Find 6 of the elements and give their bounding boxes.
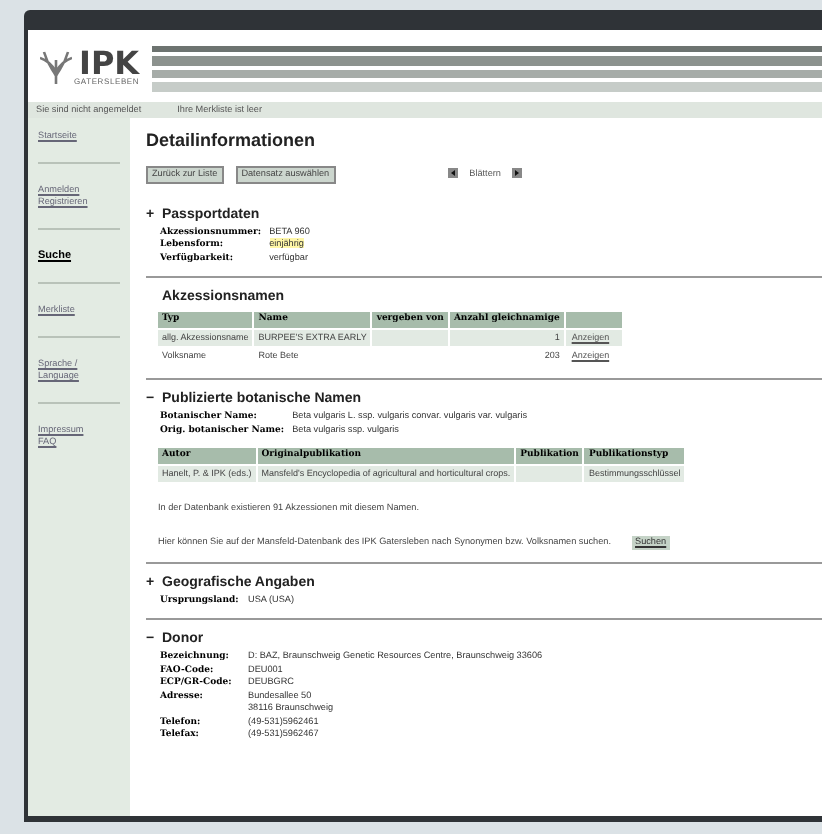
column-header xyxy=(565,312,622,328)
next-icon[interactable] xyxy=(512,168,523,179)
plant-logo-icon xyxy=(40,48,72,84)
page-title: Detailinformationen xyxy=(146,128,318,154)
logo-text: IPK xyxy=(79,47,140,77)
previous-icon[interactable] xyxy=(447,168,458,179)
